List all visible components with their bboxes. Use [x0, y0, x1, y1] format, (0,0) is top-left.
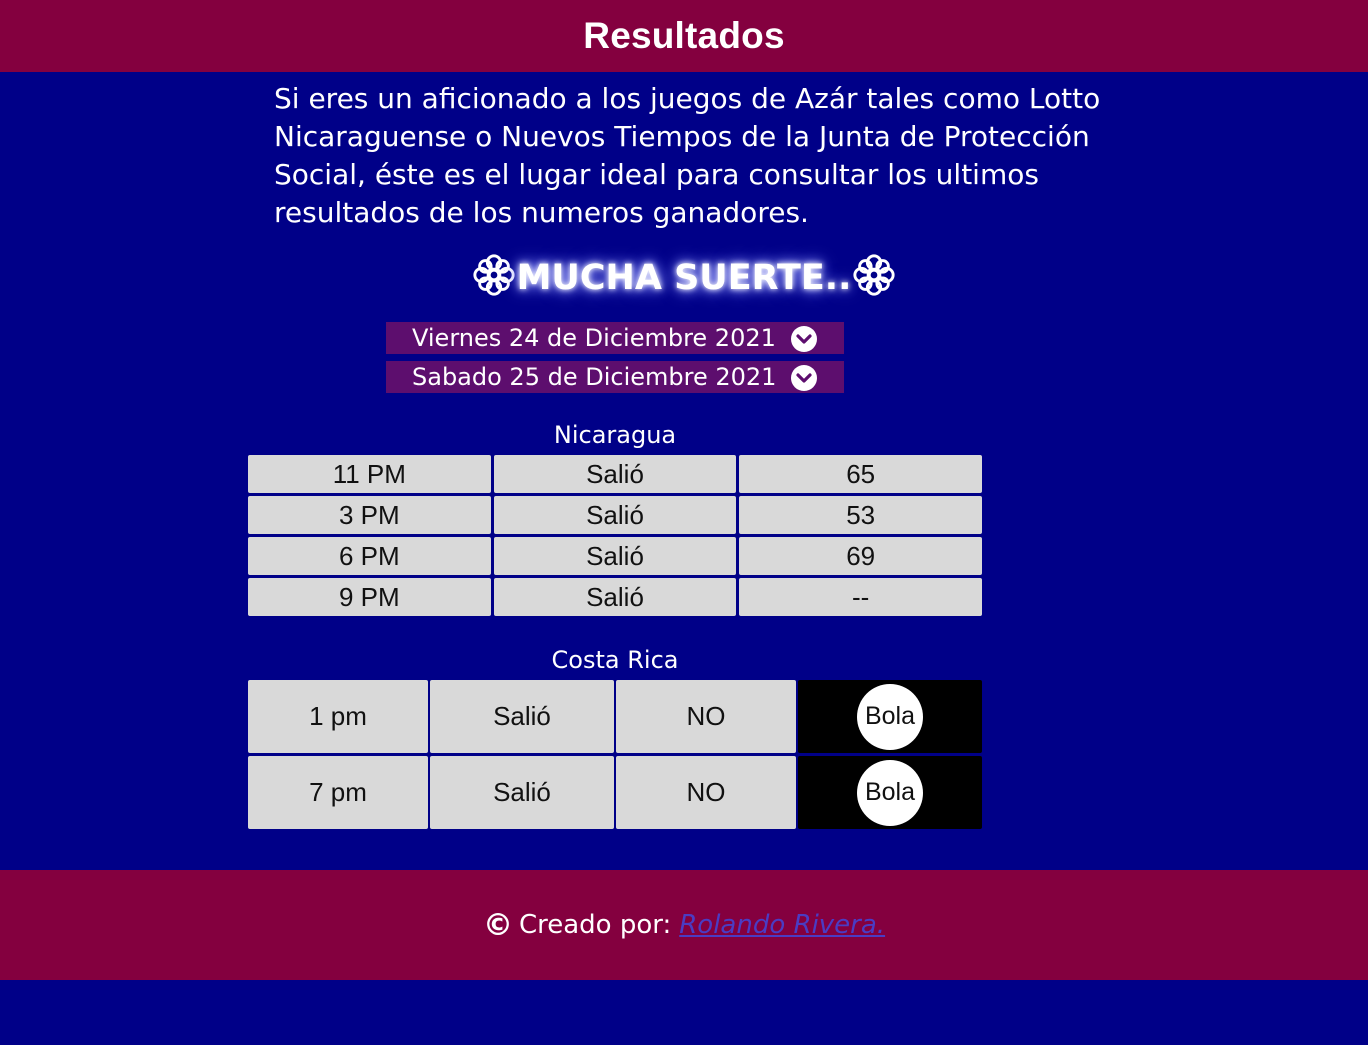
costa-rica-results-table: 1 pm Salió NO Bola 7 pm Salió NO Bola — [248, 680, 982, 832]
created-by-label: Creado por: — [518, 910, 672, 940]
table-row: 9 PM Salió -- — [248, 578, 983, 616]
draw-time: 1 pm — [248, 680, 428, 753]
draw-status: Salió — [430, 756, 614, 829]
draw-result: NO — [616, 680, 796, 753]
draw-status: Salió — [493, 496, 737, 534]
copyright-icon: © — [482, 907, 513, 943]
table-row: 6 PM Salió 69 — [248, 537, 983, 575]
ball-cell: Bola — [798, 680, 982, 753]
nicaragua-title: Nicaragua — [553, 421, 677, 449]
table-row: 7 pm Salió NO Bola — [248, 756, 982, 829]
draw-status: Salió — [493, 578, 737, 616]
luck-banner: MUCHA SUERTE.. — [0, 252, 1368, 298]
draw-time: 6 PM — [248, 537, 491, 575]
draw-number: 53 — [739, 496, 983, 534]
chevron-down-icon[interactable] — [791, 365, 817, 391]
draw-number: 65 — [739, 455, 983, 493]
draw-time: 3 PM — [248, 496, 491, 534]
table-row: 11 PM Salió 65 — [248, 455, 983, 493]
table-row: 1 pm Salió NO Bola — [248, 680, 982, 753]
chevron-down-icon[interactable] — [791, 326, 817, 352]
ball-badge: Bola — [857, 683, 923, 750]
draw-number: 69 — [739, 537, 983, 575]
draw-time: 11 PM — [248, 455, 491, 493]
page-footer: © Creado por: Rolando Rivera. — [0, 870, 1368, 980]
draw-status: Salió — [430, 680, 614, 753]
date-label: Sabado 25 de Diciembre 2021 — [412, 363, 777, 391]
date-dropdown-viernes[interactable]: Viernes 24 de Diciembre 2021 — [386, 322, 844, 354]
draw-time: 9 PM — [248, 578, 491, 616]
page-title: Resultados — [583, 15, 785, 56]
draw-status: Salió — [493, 537, 737, 575]
date-label: Viernes 24 de Diciembre 2021 — [412, 324, 776, 352]
page-header: Resultados — [0, 0, 1368, 72]
draw-time: 7 pm — [248, 756, 428, 829]
date-dropdown-sabado[interactable]: Sabado 25 de Diciembre 2021 — [386, 361, 844, 393]
author-link[interactable]: Rolando Rivera. — [679, 910, 885, 940]
flower-icon — [853, 254, 895, 296]
intro-text: Si eres un aficionado a los juegos de Az… — [274, 82, 1101, 229]
draw-status: Salió — [493, 455, 737, 493]
ball-cell: Bola — [798, 756, 982, 829]
nicaragua-results-table: 11 PM Salió 65 3 PM Salió 53 6 PM Salió … — [248, 455, 983, 619]
draw-number: -- — [739, 578, 983, 616]
draw-result: NO — [616, 756, 796, 829]
table-row: 3 PM Salió 53 — [248, 496, 983, 534]
luck-text: MUCHA SUERTE.. — [516, 258, 852, 298]
costa-rica-title: Costa Rica — [551, 646, 679, 674]
flower-icon — [472, 254, 515, 296]
ball-badge: Bola — [857, 759, 923, 826]
